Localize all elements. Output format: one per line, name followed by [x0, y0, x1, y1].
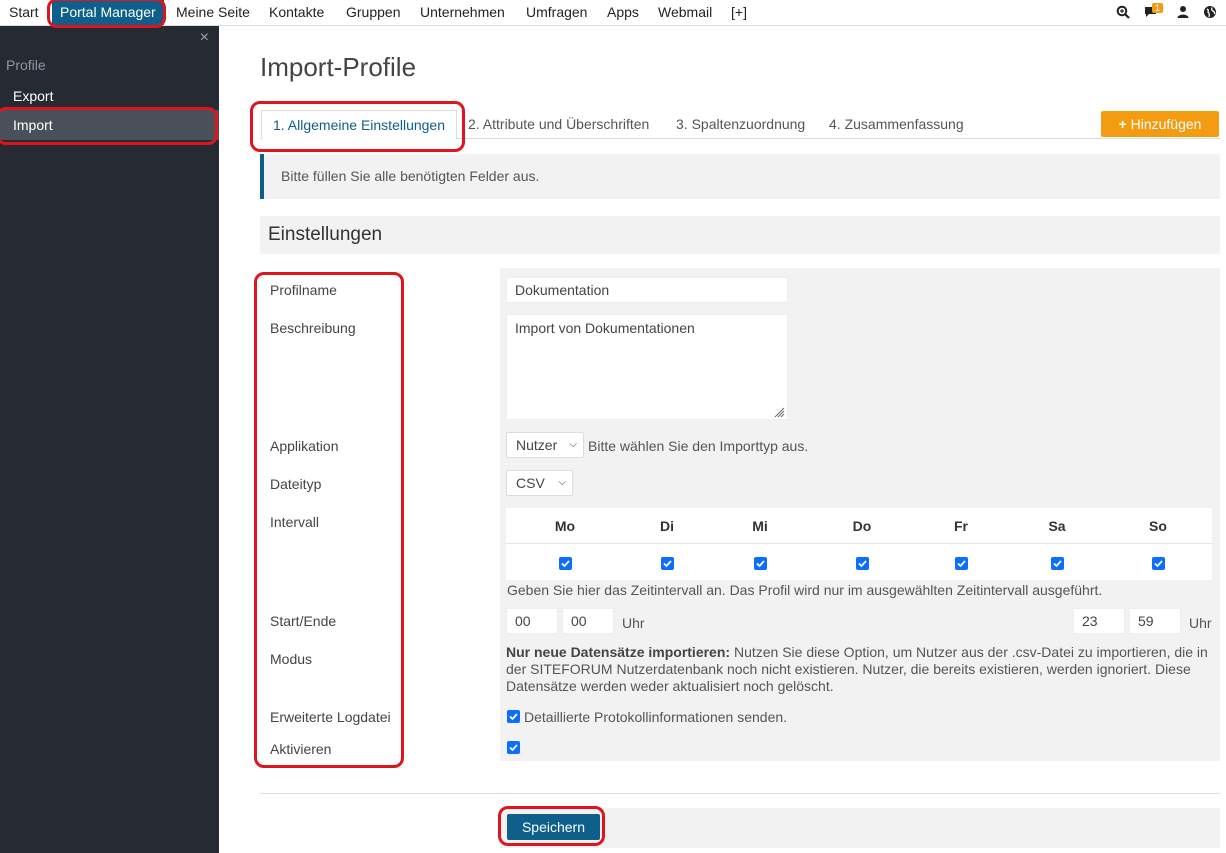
- top-navigation: Start Portal Manager Meine Seite Kontakt…: [0, 0, 1226, 26]
- nav-more[interactable]: [+]: [731, 0, 747, 25]
- save-button[interactable]: Speichern: [507, 814, 600, 840]
- tab-bar: 1. Allgemeine Einstellungen 2. Attribute…: [260, 110, 1220, 140]
- label-interval: Intervall: [270, 514, 320, 530]
- nav-gruppen[interactable]: Gruppen: [346, 0, 400, 25]
- day-header-fr: Fr: [954, 518, 968, 534]
- label-description: Beschreibung: [270, 320, 356, 336]
- day-header-do: Do: [852, 518, 872, 534]
- activate-checkbox[interactable]: [507, 741, 520, 754]
- label-file-type: Dateityp: [270, 476, 322, 492]
- day-header-mo: Mo: [554, 518, 576, 534]
- day-checkbox-mo[interactable]: [559, 557, 572, 570]
- day-header-mi: Mi: [752, 518, 768, 534]
- label-profile-name: Profilname: [270, 282, 337, 298]
- label-extended-log: Erweiterte Logdatei: [270, 709, 391, 725]
- nav-unternehmen[interactable]: Unternehmen: [420, 0, 505, 25]
- resize-grip-icon[interactable]: [773, 405, 785, 418]
- mode-description: Nur neue Datensätze importieren: Nutzen …: [506, 644, 1212, 695]
- sidebar: × Profile Export Import: [0, 26, 219, 853]
- close-icon[interactable]: ×: [200, 29, 209, 47]
- notification-badge: 1: [1152, 3, 1164, 13]
- plus-icon: +: [1118, 116, 1127, 132]
- tab-summary[interactable]: 4. Zusammenfassung: [829, 110, 964, 139]
- application-value: Nutzer: [516, 437, 558, 453]
- page-title: Import-Profile: [260, 52, 417, 82]
- description-textarea[interactable]: Import von Dokumentationen: [506, 314, 788, 420]
- label-application: Applikation: [270, 438, 339, 454]
- day-header-sa: Sa: [1048, 518, 1066, 534]
- description-value: Import von Dokumentationen: [515, 320, 695, 336]
- nav-apps[interactable]: Apps: [607, 0, 639, 25]
- nav-kontakte[interactable]: Kontakte: [269, 0, 324, 25]
- day-checkbox-sa[interactable]: [1051, 557, 1064, 570]
- start-minute-input[interactable]: 00: [562, 608, 614, 634]
- interval-hint: Geben Sie hier das Zeitintervall an. Das…: [507, 582, 1103, 598]
- extended-log-label: Detaillierte Protokollinformationen send…: [524, 709, 788, 725]
- end-hour-input[interactable]: 23: [1073, 608, 1125, 634]
- application-select[interactable]: Nutzer ⌵: [506, 432, 584, 458]
- tab-column-mapping[interactable]: 3. Spaltenzuordnung: [676, 110, 805, 139]
- add-button[interactable]: + Hinzufügen: [1101, 111, 1219, 137]
- label-activate: Aktivieren: [270, 741, 332, 757]
- info-alert: Bitte füllen Sie alle benötigten Felder …: [260, 154, 1220, 199]
- file-type-value: CSV: [516, 475, 545, 491]
- nav-meine-seite[interactable]: Meine Seite: [176, 0, 250, 25]
- mode-title: Nur neue Datensätze importieren:: [506, 644, 731, 660]
- footer-bar: [500, 808, 1220, 848]
- add-button-label: Hinzufügen: [1130, 116, 1202, 132]
- label-start-end: Start/Ende: [270, 613, 337, 629]
- day-checkbox-fr[interactable]: [955, 557, 968, 570]
- day-checkbox-so[interactable]: [1152, 557, 1165, 570]
- nav-webmail[interactable]: Webmail: [658, 0, 712, 25]
- day-header-di: Di: [660, 518, 674, 534]
- user-icon[interactable]: [1176, 5, 1190, 19]
- nav-umfragen[interactable]: Umfragen: [526, 0, 587, 25]
- chevron-down-icon: ⌵: [558, 477, 566, 488]
- sidebar-item-import[interactable]: Import: [0, 110, 219, 140]
- nav-start[interactable]: Start: [9, 0, 39, 25]
- search-icon[interactable]: [1116, 5, 1130, 19]
- sidebar-item-export[interactable]: Export: [0, 81, 219, 111]
- profile-name-input[interactable]: Dokumentation: [506, 277, 788, 303]
- nav-portal-manager[interactable]: Portal Manager: [52, 0, 164, 25]
- end-uhr-label: Uhr: [1189, 615, 1212, 631]
- file-type-select[interactable]: CSV ⌵: [506, 470, 573, 496]
- start-hour-input[interactable]: 00: [506, 608, 558, 634]
- table-divider: [506, 543, 1212, 544]
- section-title: Einstellungen: [260, 216, 1220, 254]
- start-uhr-label: Uhr: [622, 615, 645, 631]
- day-checkbox-mi[interactable]: [754, 557, 767, 570]
- tab-general-settings[interactable]: 1. Allgemeine Einstellungen: [261, 110, 458, 140]
- application-hint: Bitte wählen Sie den Importtyp aus.: [588, 438, 809, 454]
- day-header-so: So: [1149, 518, 1167, 534]
- extended-log-checkbox[interactable]: [507, 710, 520, 723]
- tab-attributes[interactable]: 2. Attribute und Überschriften: [468, 110, 649, 139]
- globe-icon[interactable]: [1203, 5, 1217, 19]
- chevron-down-icon: ⌵: [569, 439, 577, 450]
- label-mode: Modus: [270, 651, 313, 667]
- day-checkbox-do[interactable]: [856, 557, 869, 570]
- form-divider: [260, 793, 1220, 794]
- interval-days-table: Mo Di Mi Do Fr Sa So: [506, 508, 1212, 580]
- day-checkbox-di[interactable]: [661, 557, 674, 570]
- sidebar-heading: Profile: [6, 57, 46, 73]
- end-minute-input[interactable]: 59: [1129, 608, 1181, 634]
